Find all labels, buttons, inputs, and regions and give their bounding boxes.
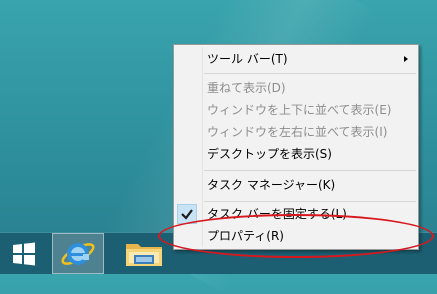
menu-item-label: ツール バー(T)	[207, 52, 288, 66]
checkmark-box	[177, 204, 197, 224]
menu-separator	[204, 170, 416, 171]
submenu-arrow-icon	[404, 56, 408, 62]
start-button[interactable]	[0, 233, 48, 274]
menu-item-label: ウィンドウを左右に並べて表示(I)	[207, 125, 388, 139]
menu-item-label: タスク マネージャー(K)	[207, 178, 336, 192]
menu-item-properties[interactable]: プロパティ(R)	[174, 225, 418, 247]
menu-item-show-desktop[interactable]: デスクトップを表示(S)	[174, 143, 418, 165]
menu-separator	[204, 201, 416, 202]
menu-item-label: 重ねて表示(D)	[207, 81, 286, 95]
folder-icon	[126, 244, 162, 266]
menu-separator	[204, 73, 416, 74]
windows-logo-icon	[13, 242, 35, 266]
menu-item-toolbars[interactable]: ツール バー(T)	[174, 48, 418, 70]
menu-item-label: ウィンドウを上下に並べて表示(E)	[207, 103, 392, 117]
taskbar-context-menu: ツール バー(T) 重ねて表示(D) ウィンドウを上下に並べて表示(E) ウィン…	[173, 44, 419, 250]
menu-item-label: プロパティ(R)	[207, 229, 284, 243]
menu-item-lock-taskbar[interactable]: タスク バーを固定する(L)	[174, 203, 418, 225]
taskbar-internet-explorer-button[interactable]	[52, 233, 104, 274]
ie-icon	[61, 243, 95, 265]
checkmark-icon	[181, 209, 193, 220]
menu-item-side-by-side-windows[interactable]: ウィンドウを左右に並べて表示(I)	[174, 121, 418, 143]
taskbar-file-explorer-button[interactable]	[118, 233, 170, 274]
menu-item-label: デスクトップを表示(S)	[207, 147, 332, 161]
menu-item-label: タスク バーを固定する(L)	[207, 207, 347, 221]
menu-item-stack-windows[interactable]: ウィンドウを上下に並べて表示(E)	[174, 99, 418, 121]
menu-item-cascade-windows[interactable]: 重ねて表示(D)	[174, 77, 418, 99]
menu-item-task-manager[interactable]: タスク マネージャー(K)	[174, 174, 418, 196]
